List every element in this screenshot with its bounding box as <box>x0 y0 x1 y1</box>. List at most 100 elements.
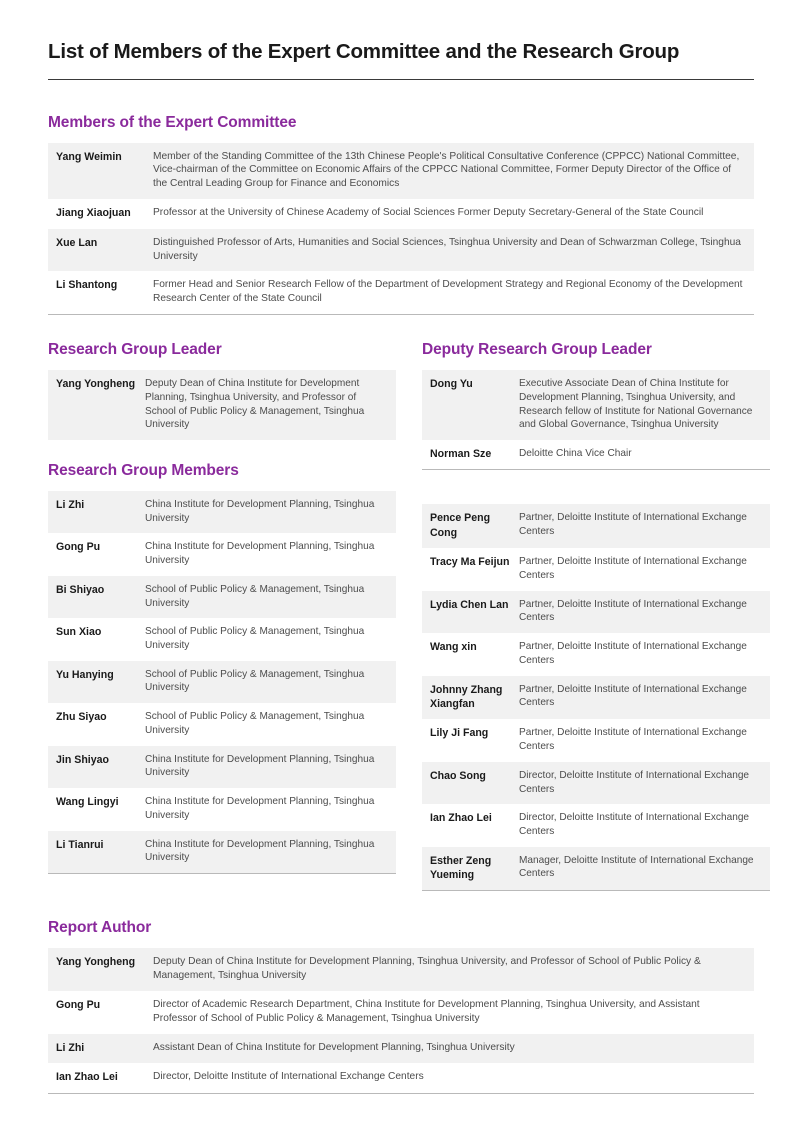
table-group-members-right: Pence Peng Cong Partner, Deloitte Institu… <box>422 504 770 892</box>
page-title: List of Members of the Expert Committee … <box>48 40 680 63</box>
section-heading-group-members: Research Group Members <box>48 462 239 479</box>
table-group-members-left: Li Zhi China Institute for Development Pl… <box>48 491 396 874</box>
member-name: Johnny Zhang Xiangfan <box>430 683 503 710</box>
table-body: Yang Weimin Member of the Standing Commit… <box>48 142 754 315</box>
table-row: Norman Sze Deloitte China Vice Chair <box>422 440 770 470</box>
section-expert-committee: Members of the Expert Committee Yang Wei… <box>48 114 754 316</box>
table-row: Li Zhi Assistant Dean of China Institute … <box>48 1033 754 1064</box>
member-name: Li Zhi <box>56 499 85 511</box>
table-row: Yang Yongheng Deputy Dean of China Instit… <box>48 370 396 440</box>
member-name: Wang xin <box>430 641 477 654</box>
table-body: Li Zhi China Institute for Development Pl… <box>48 491 396 874</box>
member-description: China Institute for Development Planning… <box>145 541 375 567</box>
table-row: Li Tianrui China Institute for Developmen… <box>48 830 396 874</box>
table-row: Esther Zeng Yueming Manager, Deloitte Ins… <box>422 846 770 891</box>
member-name: Gong Pu <box>56 999 101 1012</box>
section-heading-group-leader: Research Group Leader <box>48 341 222 359</box>
table-row: Ian Zhao Lei Director, Deloitte Institute… <box>422 804 770 846</box>
member-name: Gong Pu <box>56 541 101 554</box>
member-name: Pence Peng Cong <box>430 512 491 539</box>
member-description: Director, Deloitte Institute of Internat… <box>519 769 750 795</box>
member-name: Chao Song <box>430 769 486 782</box>
member-description: Director, Deloitte Institute of Internat… <box>519 812 750 837</box>
member-description: Partner, Deloitte Institute of Internati… <box>519 683 747 709</box>
table-row: Wang xin Partner, Deloitte Institute of I… <box>422 633 770 675</box>
member-name: Wang Lingyi <box>56 796 119 809</box>
table-row: Wang Lingyi China Institute for Developme… <box>48 788 396 830</box>
table-row: Pence Peng Cong Partner, Deloitte Institu… <box>422 504 770 549</box>
table-row: Lily Ji Fang Partner, Deloitte Institute … <box>422 719 770 761</box>
member-description: Deputy Dean of China Institute for Devel… <box>153 956 701 982</box>
table-row: Xue Lan Distinguished Professor of Arts, … <box>48 228 754 272</box>
table-expert-committee: Yang Weimin Member of the Standing Commit… <box>48 142 754 316</box>
member-name: Jiang Xiaojuan <box>56 207 131 220</box>
member-description: Partner, Deloitte Institute of Internati… <box>519 512 747 538</box>
document-page: List of Members of the Expert Committee … <box>0 0 802 1133</box>
table-row: Yang Yongheng Deputy Dean of China Instit… <box>48 948 754 992</box>
member-name: Yang Yongheng <box>56 956 136 969</box>
member-name: Yu Hanying <box>56 668 114 681</box>
section-heading-report-author: Report Author <box>48 919 152 937</box>
member-description: School of Public Policy & Management, Ts… <box>145 668 365 694</box>
section-group-leader: Research Group Leader Yang Yongheng Deput… <box>48 341 396 440</box>
title-divider <box>48 78 754 80</box>
table-row: Bi Shiyao School of Public Policy & Manag… <box>48 575 396 619</box>
section-group-members-left: Research Group Members Li Zhi China Insti… <box>48 462 396 874</box>
table-row: Dong Yu Executive Associate Dean of China… <box>422 370 770 440</box>
member-name: Lydia Chen Lan <box>430 598 509 611</box>
member-name: Yang Yongheng <box>56 378 136 391</box>
table-body: Yang Yongheng Deputy Dean of China Instit… <box>48 948 754 1093</box>
table-body: Dong Yu Executive Associate Dean of China… <box>422 370 770 470</box>
table-row: Zhu Siyao School of Public Policy & Manag… <box>48 703 396 745</box>
table-row: Sun Xiao School of Public Policy & Manage… <box>48 618 396 660</box>
table-row: Li Shantong Former Head and Senior Resear… <box>48 271 754 314</box>
member-description: China Institute for Development Planning… <box>145 753 375 779</box>
member-description: Executive Associate Dean of China Instit… <box>519 378 753 431</box>
table-row: Yu Hanying School of Public Policy & Mana… <box>48 660 396 704</box>
table-deputy-group-leader: Dong Yu Executive Associate Dean of China… <box>422 370 770 471</box>
member-name: Ian Zhao Lei <box>430 812 492 825</box>
member-description: Deloitte China Vice Chair <box>519 448 632 459</box>
member-description: Partner, Deloitte Institute of Internati… <box>519 598 747 624</box>
member-description: Assistant Dean of China Institute for De… <box>153 1041 515 1053</box>
member-description: Partner, Deloitte Institute of Internati… <box>519 641 747 666</box>
member-name: Esther Zeng Yueming <box>430 854 492 882</box>
left-column: Research Group Leader Yang Yongheng Deput… <box>48 341 396 891</box>
table-body: Yang Yongheng Deputy Dean of China Instit… <box>48 370 396 440</box>
table-row: Gong Pu Director of Academic Research Dep… <box>48 991 754 1034</box>
member-description: School of Public Policy & Management, Ts… <box>145 711 365 736</box>
table-row: Gong Pu China Institute for Development P… <box>48 533 396 575</box>
table-row: Jiang Xiaojuan Professor at the Universit… <box>48 199 754 228</box>
section-deputy-group-leader: Deputy Research Group Leader Dong Yu Exec… <box>422 341 770 471</box>
section-heading-expert-committee: Members of the Expert Committee <box>48 113 297 131</box>
member-name: Lily Ji Fang <box>430 727 489 740</box>
member-name: Tracy Ma Feijun <box>430 556 510 569</box>
member-description: Professor at the University of Chinese A… <box>153 207 704 219</box>
member-name: Li Zhi <box>56 1041 85 1054</box>
member-description: Partner, Deloitte Institute of Internati… <box>519 727 747 753</box>
right-column: Deputy Research Group Leader Dong Yu Exec… <box>422 341 770 892</box>
member-description: Director of Academic Research Department… <box>153 999 700 1025</box>
member-name: Li Shantong <box>56 279 118 292</box>
table-row: Tracy Ma Feijun Partner, Deloitte Institu… <box>422 548 770 590</box>
member-description: China Institute for Development Planning… <box>145 796 375 821</box>
member-name: Xue Lan <box>56 236 98 249</box>
table-row: Johnny Zhang Xiangfan Partner, Deloitte I… <box>422 675 770 720</box>
member-description: China Institute for Development Planning… <box>145 838 375 864</box>
table-row: Jin Shiyao China Institute for Developmen… <box>48 745 396 789</box>
member-name: Bi Shiyao <box>56 583 105 596</box>
table-row: Ian Zhao Lei Director, Deloitte Institute… <box>48 1063 754 1093</box>
table-row: Yang Weimin Member of the Standing Commit… <box>48 142 754 200</box>
table-row: Lydia Chen Lan Partner, Deloitte Institut… <box>422 590 770 634</box>
member-description: Member of the Standing Committee of the … <box>153 150 740 190</box>
member-description: Distinguished Professor of Arts, Humanit… <box>153 236 741 262</box>
section-report-author: Report Author Yang Yongheng Deputy Dean o… <box>48 919 754 1094</box>
member-description: China Institute for Development Planning… <box>145 499 375 524</box>
table-row: Li Zhi China Institute for Development Pl… <box>48 491 396 534</box>
member-description: School of Public Policy & Management, Ts… <box>145 583 365 609</box>
member-name: Dong Yu <box>430 378 473 391</box>
member-description: Former Head and Senior Research Fellow o… <box>153 279 743 305</box>
two-column-area: Research Group Leader Yang Yongheng Deput… <box>48 341 770 892</box>
